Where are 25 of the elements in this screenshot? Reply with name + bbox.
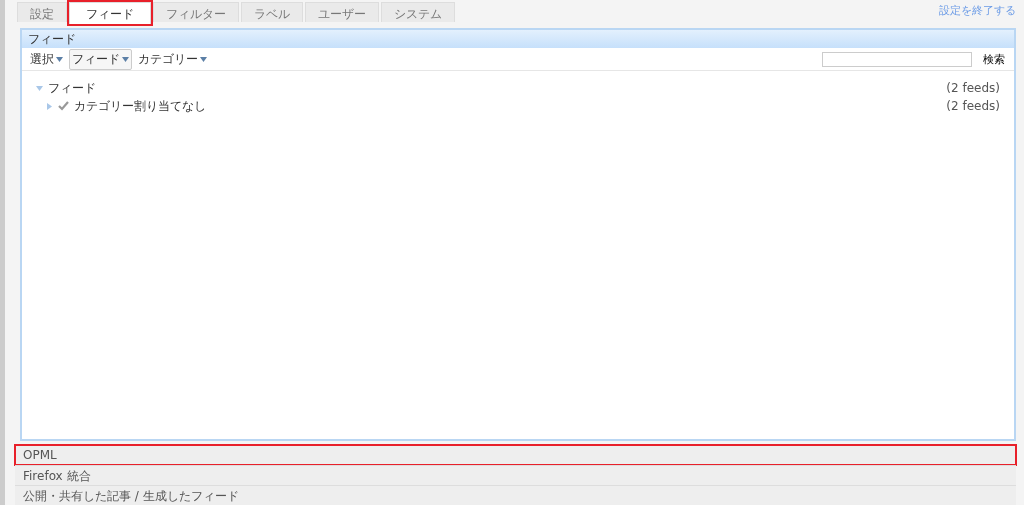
accordion-header[interactable]: 公開・共有した記事 / 生成したフィード [15,485,1016,505]
expanded-arrow-icon[interactable] [36,84,43,92]
tab[interactable]: フィルター [153,2,239,22]
caret-icon [200,56,207,62]
tab[interactable]: ラベル [241,2,303,22]
dropdown-button[interactable]: フィード [69,48,132,70]
checkmark-icon [58,101,69,111]
dropdown-button[interactable]: カテゴリー [135,48,210,70]
tree-label[interactable]: フィード [48,79,96,97]
collapsed-arrow-icon[interactable] [46,102,53,110]
caret-icon [122,56,129,62]
caret-icon [56,56,63,62]
search-field[interactable] [822,51,972,67]
tab[interactable]: フィード [69,2,151,24]
dropdown-button[interactable]: 選択 [27,48,66,70]
accordion-header[interactable]: OPML [15,445,1016,465]
feed-count: (2 feeds) [946,81,1000,95]
search-button[interactable]: 検索 [975,51,1009,67]
feed-count: (2 feeds) [946,99,1000,113]
tab[interactable]: システム [381,2,455,22]
tab[interactable]: 設定 [17,2,67,22]
panel-title: フィード [22,30,1014,48]
tree-label[interactable]: カテゴリー割り当てなし [74,97,206,115]
tab[interactable]: ユーザー [305,2,379,22]
accordion-header[interactable]: Firefox 統合 [15,465,1016,485]
